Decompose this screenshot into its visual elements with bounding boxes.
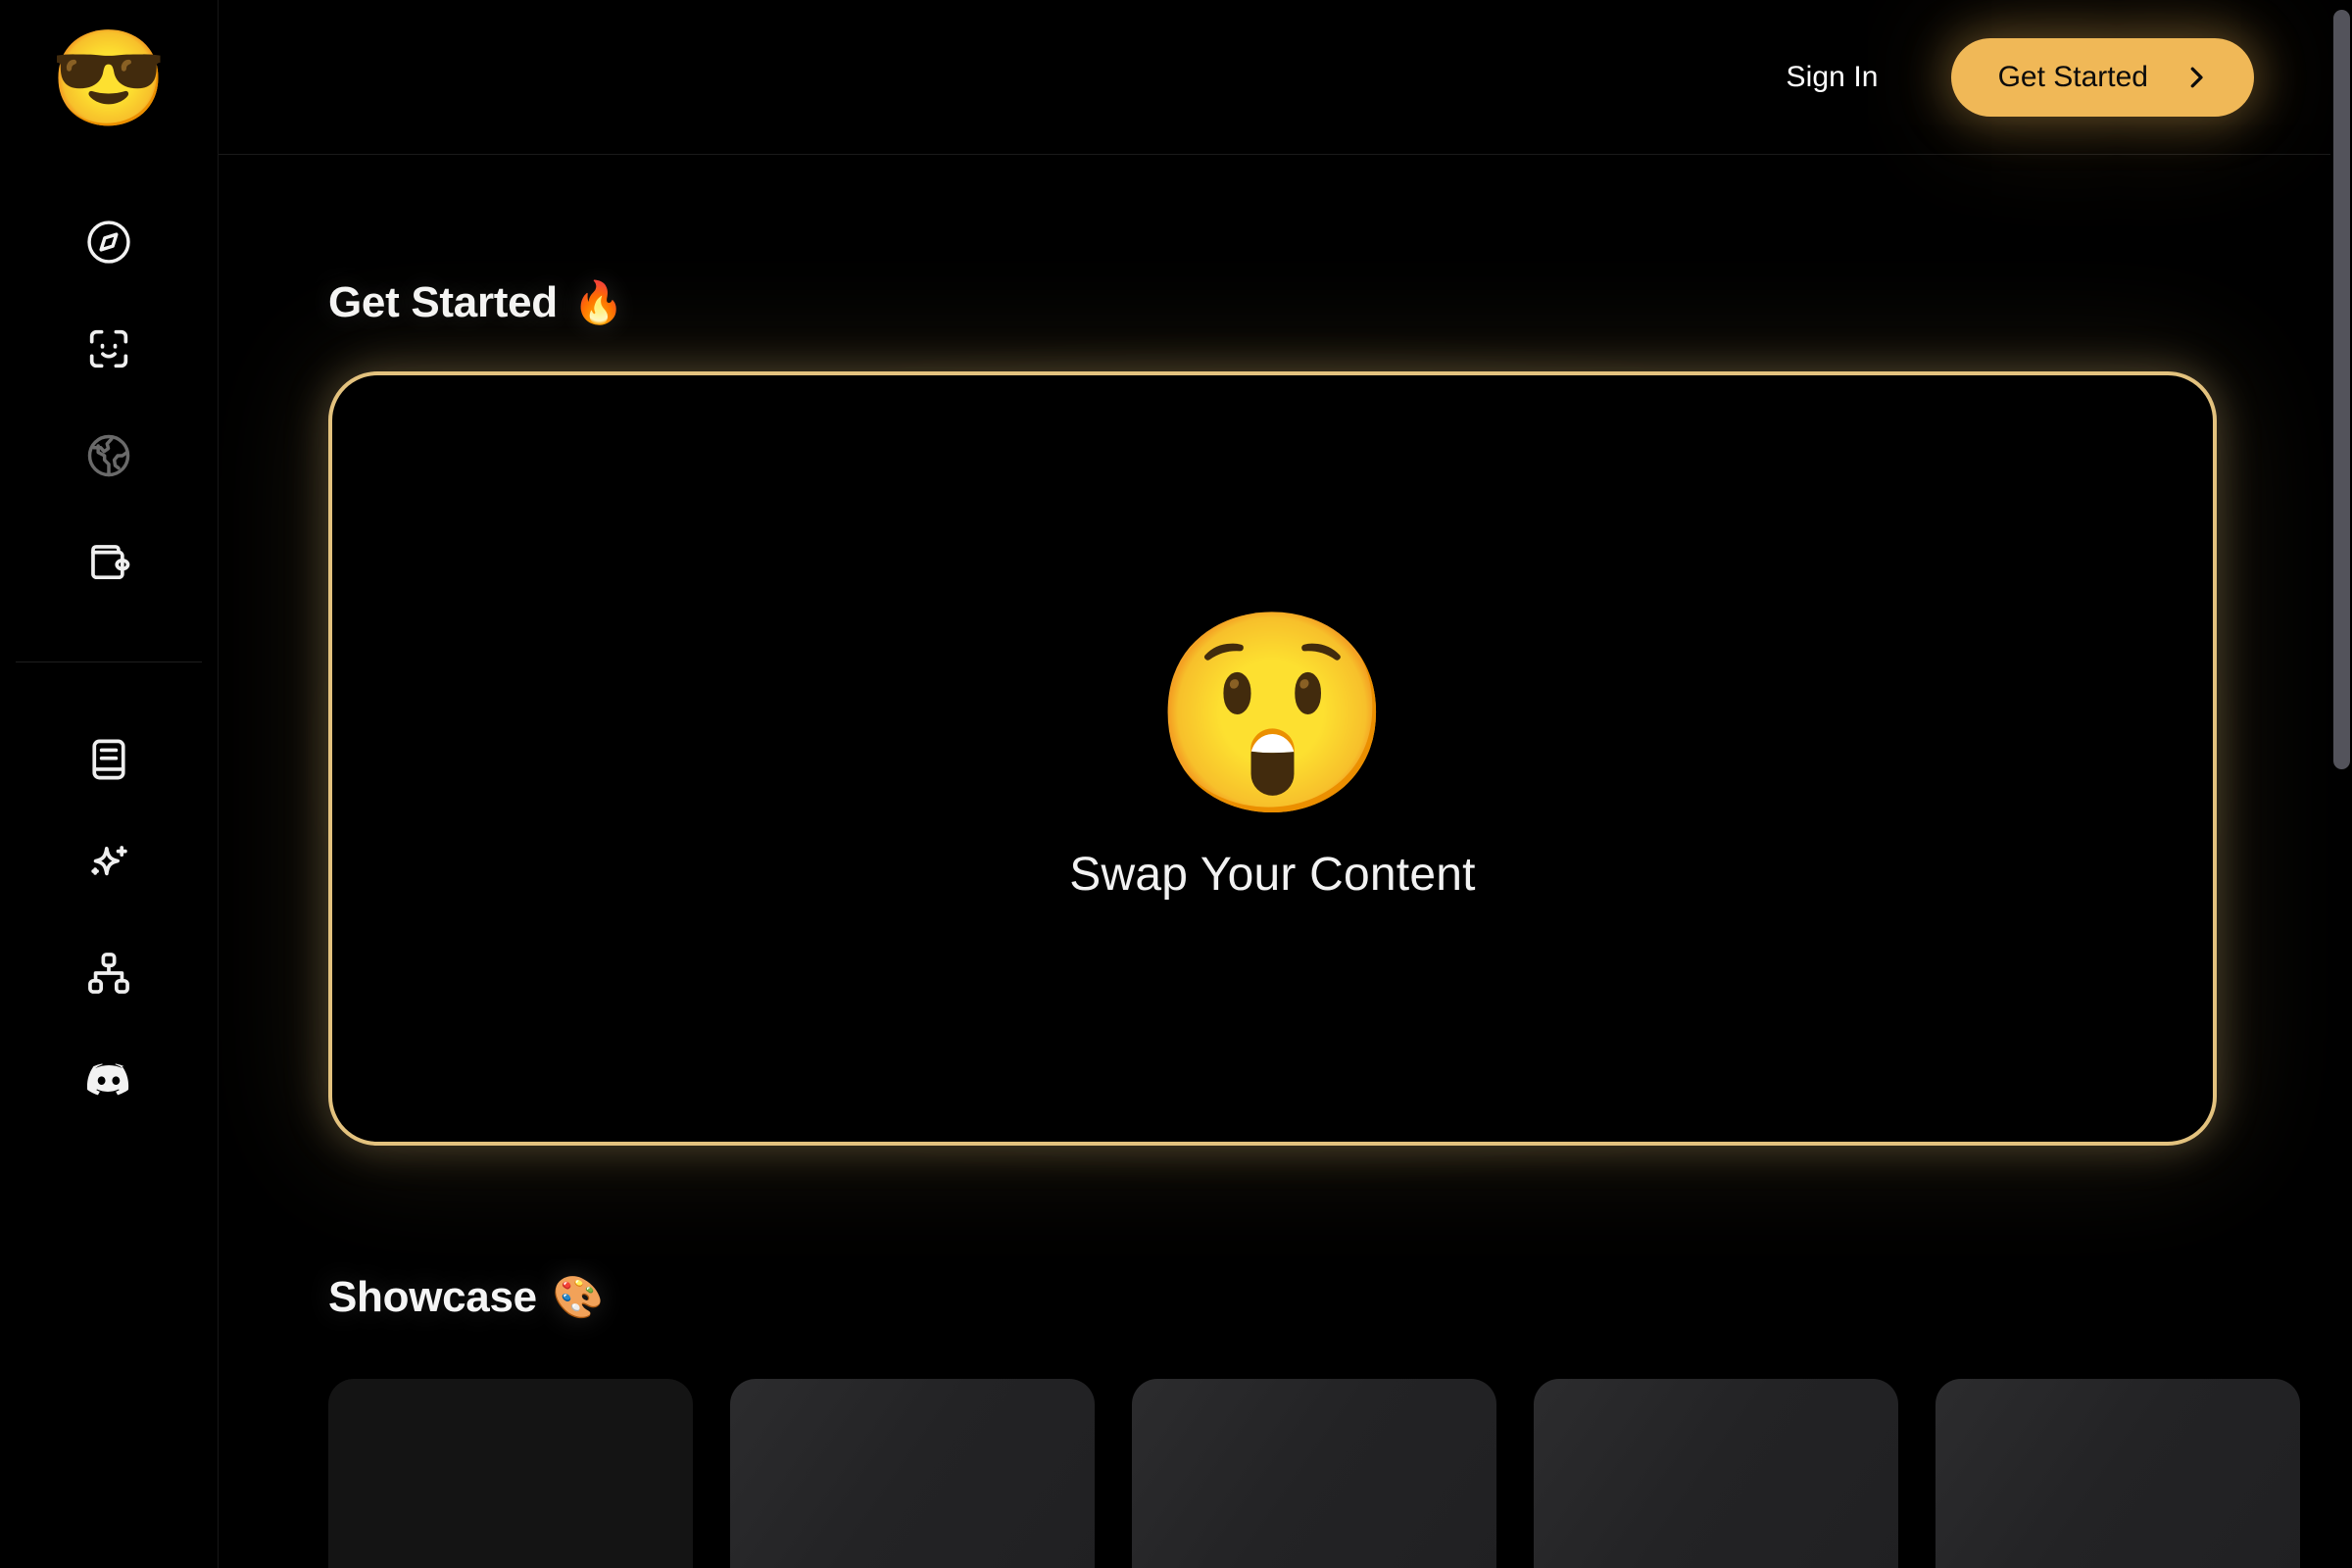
discord-icon [83,1054,134,1105]
sidebar-nav-bottom [78,729,139,1110]
app-logo[interactable]: 😎 [50,25,168,133]
get-started-section-title: Get Started 🔥 [328,278,2217,327]
swap-content-card-wrapper: 😲 Swap Your Content [283,326,2262,1191]
showcase-card[interactable] [1534,1379,1898,1568]
showcase-card[interactable] [730,1379,1095,1568]
sparkles-icon [83,841,134,892]
sidebar-item-ai[interactable] [78,836,139,897]
vertical-scrollbar[interactable] [2330,0,2352,1568]
get-started-label: Get Started [1997,60,2148,93]
astonished-face-icon: 😲 [1150,604,1396,823]
face-scan-icon [83,323,134,374]
sitemap-icon [83,948,134,999]
sidebar-item-globe[interactable] [78,425,139,486]
swap-content-label: Swap Your Content [1069,848,1476,901]
sidebar-item-face-scan[interactable] [78,318,139,379]
sidebar-nav-top [78,212,139,593]
showcase-title-text: Showcase [328,1273,537,1321]
get-started-title-text: Get Started [328,278,558,326]
sidebar-item-wallet[interactable] [78,532,139,593]
document-icon [83,734,134,785]
showcase-card[interactable] [1936,1379,2300,1568]
main-area: Sign In Get Started Get Started 🔥 😲 Swap… [219,0,2352,1568]
sidebar-item-explore[interactable] [78,212,139,272]
top-bar: Sign In Get Started [219,0,2352,155]
fire-icon: 🔥 [572,278,624,325]
sidebar-item-sitemap[interactable] [78,943,139,1004]
showcase-card[interactable] [1132,1379,1496,1568]
sign-in-button[interactable]: Sign In [1786,61,1878,94]
showcase-section-title: Showcase 🎨 [328,1273,2217,1322]
artist-palette-icon: 🎨 [552,1273,604,1320]
globe-icon [83,430,134,481]
content-scroll-area: Get Started 🔥 😲 Swap Your Content Showca… [219,155,2352,1568]
app-root: 😎 Sign In Get Started Get Started 🔥 😲 Sw… [0,0,2352,1568]
wallet-icon [83,537,134,588]
swap-your-content-card[interactable]: 😲 Swap Your Content [328,371,2217,1146]
sidebar-item-discord[interactable] [78,1050,139,1110]
sunglasses-face-logo: 😎 [50,26,168,131]
get-started-button[interactable]: Get Started [1950,37,2254,117]
sidebar-item-docs[interactable] [78,729,139,790]
scrollbar-thumb[interactable] [2333,10,2350,769]
compass-icon [83,217,134,268]
chevron-right-icon [2181,63,2211,92]
showcase-card[interactable] [328,1379,693,1568]
sidebar: 😎 [0,0,219,1568]
showcase-card-row [328,1379,2300,1568]
